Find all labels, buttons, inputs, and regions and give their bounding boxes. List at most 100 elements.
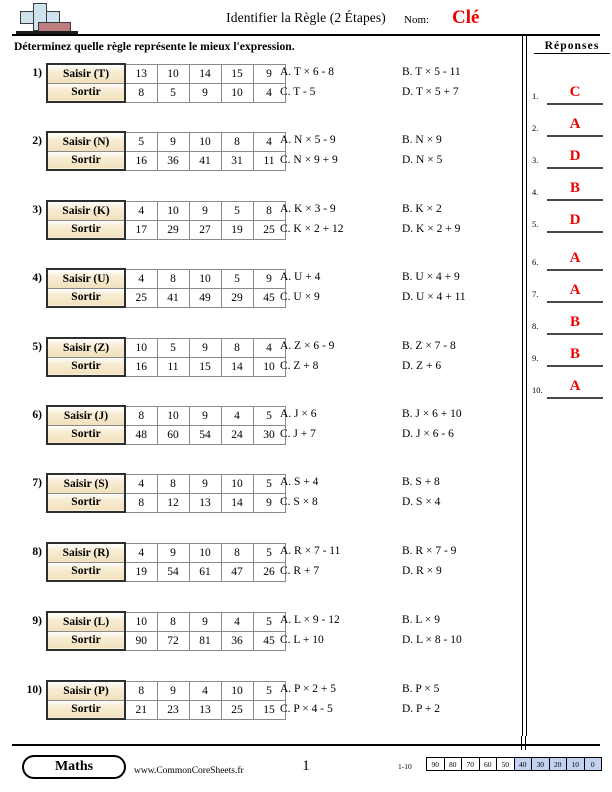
input-output-table: Saisir (P) 8 9 4 10 5 Sortir 21 23 13 25 15 xyxy=(46,680,286,720)
choice-c[interactable]: C. S × 8 xyxy=(280,496,318,508)
choice-a[interactable]: A. R × 7 - 11 xyxy=(280,545,340,557)
output-value-cell: 61 xyxy=(188,561,222,582)
input-output-table: Saisir (T) 13 10 14 15 9 Sortir 8 5 9 10 4 xyxy=(46,63,286,103)
choice-c[interactable]: C. P × 4 - 5 xyxy=(280,703,333,715)
output-value-cell: 60 xyxy=(156,424,190,445)
score-scale-cell: 20 xyxy=(548,757,567,771)
input-value-cell: 9 xyxy=(156,680,190,701)
answer-blank-line xyxy=(547,167,603,169)
choice-a[interactable]: A. T × 6 - 8 xyxy=(280,66,334,78)
choice-d[interactable]: D. S × 4 xyxy=(402,496,440,508)
choice-b[interactable]: B. U × 4 + 9 xyxy=(402,271,460,283)
choice-c[interactable]: C. T - 5 xyxy=(280,86,315,98)
input-value-cell: 9 xyxy=(188,473,222,494)
input-output-table: Saisir (Z) 10 5 9 8 4 Sortir 16 11 15 14 10 xyxy=(46,337,286,377)
answer-number: 7. xyxy=(532,289,539,299)
input-value-cell: 10 xyxy=(188,268,222,289)
input-value-cell: 8 xyxy=(220,542,254,563)
output-value-cell: 31 xyxy=(220,150,254,171)
choice-d[interactable]: D. L × 8 - 10 xyxy=(402,634,462,646)
answer-blank-line xyxy=(547,365,603,367)
table-row: Sortir 17 29 27 19 25 xyxy=(46,219,286,240)
input-value-cell: 8 xyxy=(124,680,158,701)
input-value-cell: 10 xyxy=(156,405,190,426)
input-label-cell: Saisir (L) xyxy=(46,611,126,632)
output-value-cell: 29 xyxy=(156,219,190,240)
page-header: Identifier la Règle (2 Étapes) Nom: Clé xyxy=(0,0,612,38)
choice-c[interactable]: C. K × 2 + 12 xyxy=(280,223,343,235)
choice-d[interactable]: D. N × 5 xyxy=(402,154,442,166)
choice-c[interactable]: C. N × 9 + 9 xyxy=(280,154,338,166)
answer-blank-line xyxy=(547,333,603,335)
choice-b[interactable]: B. R × 7 - 9 xyxy=(402,545,456,557)
choice-c[interactable]: C. Z + 8 xyxy=(280,360,318,372)
input-value-cell: 9 xyxy=(188,337,222,358)
output-value-cell: 11 xyxy=(156,356,190,377)
table-row: Saisir (U) 4 8 10 5 9 xyxy=(46,268,286,289)
score-scale-cell: 70 xyxy=(461,757,480,771)
score-scale-cell: 60 xyxy=(478,757,497,771)
page-footer: Maths www.CommonCoreSheets.fr 1 1-10 90 8… xyxy=(0,746,612,792)
choice-a[interactable]: A. K × 3 - 9 xyxy=(280,203,336,215)
choice-c[interactable]: C. R + 7 xyxy=(280,565,319,577)
table-row: Saisir (P) 8 9 4 10 5 xyxy=(46,680,286,701)
choice-d[interactable]: D. R × 9 xyxy=(402,565,442,577)
input-value-cell: 5 xyxy=(220,268,254,289)
choice-b[interactable]: B. K × 2 xyxy=(402,203,442,215)
choice-b[interactable]: B. L × 9 xyxy=(402,614,440,626)
input-value-cell: 8 xyxy=(124,405,158,426)
answer-blank-line xyxy=(547,301,603,303)
choice-a[interactable]: A. N × 5 - 9 xyxy=(280,134,336,146)
choice-d[interactable]: D. T × 5 + 7 xyxy=(402,86,459,98)
choice-b[interactable]: B. N × 9 xyxy=(402,134,442,146)
output-value-cell: 16 xyxy=(124,150,158,171)
input-output-table: Saisir (U) 4 8 10 5 9 Sortir 25 41 49 29 45 xyxy=(46,268,286,308)
output-value-cell: 15 xyxy=(188,356,222,377)
output-value-cell: 24 xyxy=(220,424,254,445)
choice-b[interactable]: B. Z × 7 - 8 xyxy=(402,340,456,352)
problem-number: 5) xyxy=(32,341,42,353)
choice-d[interactable]: D. K × 2 + 9 xyxy=(402,223,460,235)
output-value-cell: 19 xyxy=(124,561,158,582)
choice-c[interactable]: C. U × 9 xyxy=(280,291,320,303)
input-value-cell: 9 xyxy=(156,542,190,563)
output-label-cell: Sortir xyxy=(46,492,126,513)
choice-a[interactable]: A. U + 4 xyxy=(280,271,320,283)
choice-c[interactable]: C. L + 10 xyxy=(280,634,324,646)
input-value-cell: 4 xyxy=(124,200,158,221)
input-value-cell: 9 xyxy=(188,611,222,632)
table-row: Saisir (K) 4 10 9 5 8 xyxy=(46,200,286,221)
choice-d[interactable]: D. U × 4 + 11 xyxy=(402,291,466,303)
output-value-cell: 90 xyxy=(124,630,158,651)
score-scale-cell: 80 xyxy=(443,757,462,771)
choice-b[interactable]: B. J × 6 + 10 xyxy=(402,408,462,420)
table-row: Saisir (J) 8 10 9 4 5 xyxy=(46,405,286,426)
output-value-cell: 48 xyxy=(124,424,158,445)
answer-value: D xyxy=(569,212,581,228)
input-label-cell: Saisir (N) xyxy=(46,131,126,152)
output-label-cell: Sortir xyxy=(46,356,126,377)
answer-row: 3. D xyxy=(532,146,610,170)
choice-b[interactable]: B. T × 5 - 11 xyxy=(402,66,461,78)
choice-a[interactable]: A. Z × 6 - 9 xyxy=(280,340,334,352)
choice-d[interactable]: D. P + 2 xyxy=(402,703,440,715)
answer-blank-line xyxy=(547,135,603,137)
choice-b[interactable]: B. P × 5 xyxy=(402,683,439,695)
choice-a[interactable]: A. P × 2 + 5 xyxy=(280,683,336,695)
answer-blank-line xyxy=(547,199,603,201)
answer-value: C xyxy=(569,84,581,100)
output-value-cell: 54 xyxy=(188,424,222,445)
choice-c[interactable]: C. J + 7 xyxy=(280,428,316,440)
choice-a[interactable]: A. L × 9 - 12 xyxy=(280,614,340,626)
choice-d[interactable]: D. Z + 6 xyxy=(402,360,441,372)
choice-a[interactable]: A. S + 4 xyxy=(280,476,318,488)
output-value-cell: 10 xyxy=(220,82,254,103)
choice-b[interactable]: B. S + 8 xyxy=(402,476,440,488)
output-label-cell: Sortir xyxy=(46,630,126,651)
output-value-cell: 54 xyxy=(156,561,190,582)
choice-a[interactable]: A. J × 6 xyxy=(280,408,317,420)
choice-d[interactable]: D. J × 6 - 6 xyxy=(402,428,454,440)
table-row: Saisir (L) 10 8 9 4 5 xyxy=(46,611,286,632)
output-value-cell: 13 xyxy=(188,492,222,513)
answers-panel: Réponses 1. C 2. A 3. D 4. B 5. D 6. A 7. A 8. B 9. B 10. A xyxy=(522,36,612,736)
